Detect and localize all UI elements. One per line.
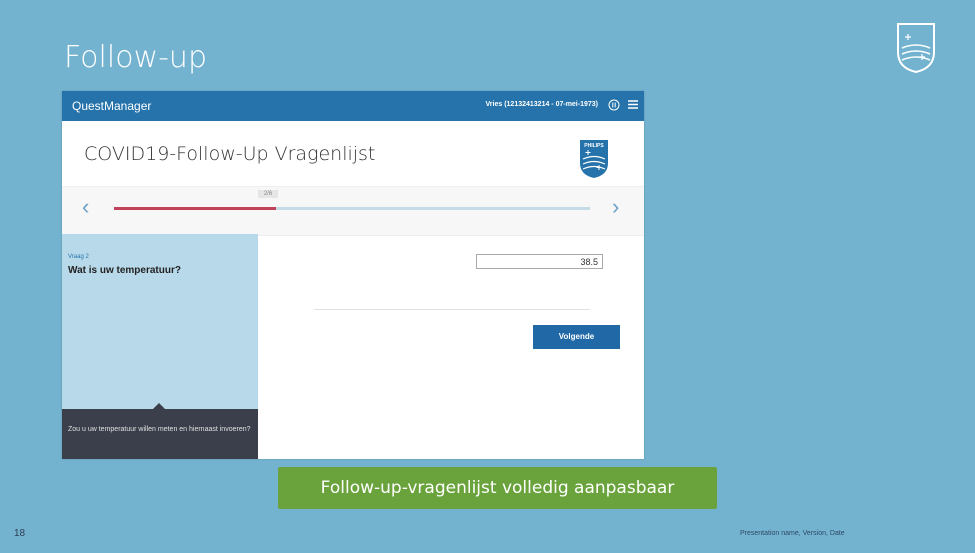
question-panel: Vraag 2 Wat is uw temperatuur? Zou u uw … xyxy=(62,234,258,459)
next-button[interactable]: Volgende xyxy=(533,325,620,349)
slide-title: Follow-up xyxy=(64,40,207,75)
progress-fill xyxy=(114,207,276,210)
progress-bar xyxy=(114,207,590,210)
question-text: Wat is uw temperatuur? xyxy=(68,265,181,276)
app-name: QuestManager xyxy=(72,99,152,113)
progress-area: ‹ 2/6 › xyxy=(62,186,644,236)
questionnaire-title: COVID19-Follow-Up Vragenlijst xyxy=(84,143,376,165)
divider xyxy=(314,309,590,310)
philips-logo: PHILIPS xyxy=(580,140,608,178)
question-label: Vraag 2 xyxy=(68,254,89,260)
philips-shield-logo xyxy=(897,23,935,74)
chevron-left-icon[interactable]: ‹ xyxy=(82,195,89,219)
quest-manager-window: QuestManager Vries (12132413214 - 07-mei… xyxy=(62,91,644,459)
footer-text: Presentation name, Version, Date xyxy=(740,530,845,537)
chevron-right-icon[interactable]: › xyxy=(612,195,619,219)
hamburger-menu-icon[interactable] xyxy=(628,100,638,109)
page-number: 18 xyxy=(14,528,26,539)
pause-icon[interactable] xyxy=(608,99,620,111)
help-caret xyxy=(153,403,165,409)
app-header: QuestManager Vries (12132413214 - 07-mei… xyxy=(62,91,644,121)
temperature-input[interactable] xyxy=(476,254,603,269)
help-box: Zou u uw temperatuur willen meten en hie… xyxy=(62,403,258,459)
step-indicator: 2/6 xyxy=(257,190,279,198)
help-text: Zou u uw temperatuur willen meten en hie… xyxy=(68,426,251,433)
slide-caption: Follow-up-vragenlijst volledig aanpasbaa… xyxy=(278,467,717,509)
philips-logo-text: PHILIPS xyxy=(584,143,604,149)
patient-info: Vries (12132413214 - 07-mei-1973) xyxy=(485,101,598,108)
